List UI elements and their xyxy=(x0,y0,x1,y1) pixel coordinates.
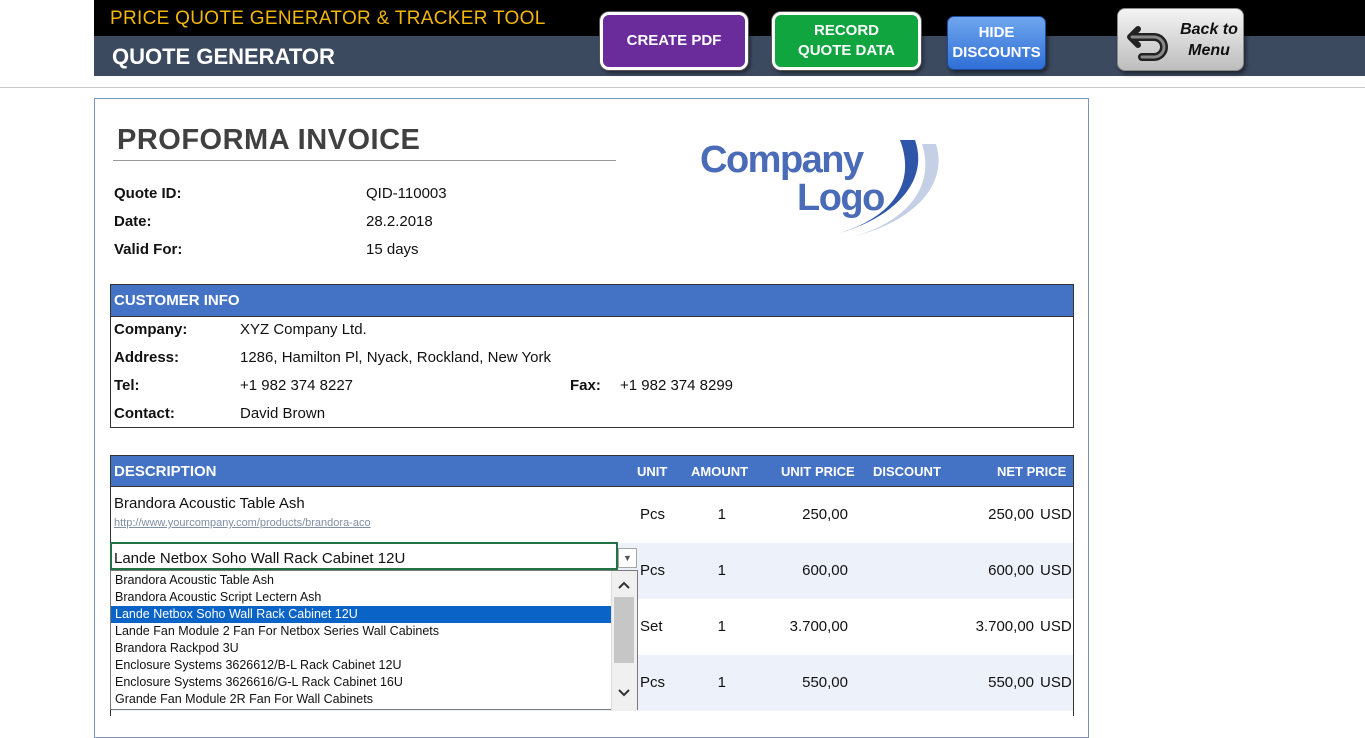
tel-label: Tel: xyxy=(114,377,140,394)
row-1-currency: USD xyxy=(1040,506,1072,523)
hide-discounts-label: HIDE DISCOUNTS xyxy=(952,24,1041,61)
create-pdf-button[interactable]: CREATE PDF xyxy=(600,12,748,70)
invoice-title: PROFORMA INVOICE xyxy=(117,124,421,156)
valid-for-value[interactable]: 15 days xyxy=(366,241,419,258)
address-value[interactable]: 1286, Hamilton Pl, Nyack, Rockland, New … xyxy=(240,349,551,366)
quote-id-value[interactable]: QID-110003 xyxy=(366,185,447,202)
date-label: Date: xyxy=(114,213,152,230)
row-2-amount[interactable]: 1 xyxy=(700,562,726,579)
col-amount: AMOUNT xyxy=(691,464,749,479)
row-1-amount[interactable]: 1 xyxy=(700,506,726,523)
row-4-unit[interactable]: Pcs xyxy=(640,674,665,691)
logo-line-1: Company xyxy=(700,139,864,181)
row-2-description[interactable]: Lande Netbox Soho Wall Rack Cabinet 12U xyxy=(114,550,405,567)
back-to-menu-button[interactable]: Back to Menu xyxy=(1117,8,1244,71)
date-value[interactable]: 28.2.2018 xyxy=(366,213,433,230)
title-underline xyxy=(113,160,616,161)
contact-label: Contact: xyxy=(114,405,175,422)
row-1-net-price: 250,00 xyxy=(988,506,1034,523)
company-label: Company: xyxy=(114,321,188,338)
back-arrow-icon xyxy=(1127,26,1168,61)
col-discount: DISCOUNT xyxy=(873,464,941,479)
dropdown-option[interactable]: Enclosure Systems 3626612/B-L Rack Cabin… xyxy=(111,657,611,674)
contact-value[interactable]: David Brown xyxy=(240,405,325,422)
col-unit: UNIT xyxy=(637,464,668,479)
chevron-down-icon xyxy=(618,689,630,697)
row-3-unit-price[interactable]: 3.700,00 xyxy=(760,618,848,635)
chevron-up-icon xyxy=(618,581,630,589)
dropdown-option[interactable]: Brandora Rackpod 3U xyxy=(111,640,611,657)
row-1-description[interactable]: Brandora Acoustic Table Ash xyxy=(114,495,305,512)
row-2-unit-price[interactable]: 600,00 xyxy=(760,562,848,579)
row-2-unit[interactable]: Pcs xyxy=(640,562,665,579)
logo-line-2: Logo xyxy=(797,177,884,219)
valid-for-label: Valid For: xyxy=(114,241,183,258)
row-2-currency: USD xyxy=(1040,562,1072,579)
hide-discounts-button[interactable]: HIDE DISCOUNTS xyxy=(947,16,1046,70)
fax-label: Fax: xyxy=(570,377,601,394)
record-quote-data-label: RECORD QUOTE DATA xyxy=(798,22,895,59)
fax-value[interactable]: +1 982 374 8299 xyxy=(620,377,733,394)
back-to-menu-label: Back to Menu xyxy=(1180,21,1238,59)
sheet-title: QUOTE GENERATOR xyxy=(112,44,335,69)
customer-info-title: CUSTOMER INFO xyxy=(114,292,240,309)
dropdown-option[interactable]: Enclosure Systems 3626616/G-L Rack Cabin… xyxy=(111,674,611,691)
col-unit-price: UNIT PRICE xyxy=(781,464,855,479)
row-4-net-price: 550,00 xyxy=(988,674,1034,691)
row-1-unit[interactable]: Pcs xyxy=(640,506,665,523)
dropdown-option[interactable]: Lande Fan Module 2 Fan For Netbox Series… xyxy=(111,623,611,640)
col-net-price: NET PRICE xyxy=(997,464,1067,479)
row-3-currency: USD xyxy=(1040,618,1072,635)
dropdown-option-selected[interactable]: Lande Netbox Soho Wall Rack Cabinet 12U xyxy=(111,606,611,623)
dropdown-option[interactable]: Brandora Acoustic Table Ash xyxy=(111,572,611,589)
row-3-net-price: 3.700,00 xyxy=(975,618,1034,635)
dropdown-option[interactable]: Brandora Acoustic Script Lectern Ash xyxy=(111,589,611,606)
chevron-down-icon: ▼ xyxy=(623,553,632,563)
row-2-net-price: 600,00 xyxy=(988,562,1034,579)
row-3-amount[interactable]: 1 xyxy=(700,618,726,635)
row-4-currency: USD xyxy=(1040,674,1072,691)
address-label: Address: xyxy=(114,349,180,366)
scroll-up-button[interactable] xyxy=(614,575,634,595)
dropdown-scrollbar-thumb[interactable] xyxy=(614,597,634,663)
quote-id-label: Quote ID: xyxy=(114,185,182,202)
scroll-down-button[interactable] xyxy=(614,683,634,703)
customer-info-header xyxy=(111,285,1073,317)
record-quote-data-button[interactable]: RECORD QUOTE DATA xyxy=(772,12,921,70)
col-description: DESCRIPTION xyxy=(114,463,217,480)
row-1-unit-price[interactable]: 250,00 xyxy=(760,506,848,523)
row-4-unit-price[interactable]: 550,00 xyxy=(760,674,848,691)
company-value[interactable]: XYZ Company Ltd. xyxy=(240,321,367,338)
company-logo: Company Logo xyxy=(700,139,939,236)
row-3-unit[interactable]: Set xyxy=(640,618,663,635)
row-1-product-link[interactable]: http://www.yourcompany.com/products/bran… xyxy=(114,517,371,529)
row-4-amount[interactable]: 1 xyxy=(700,674,726,691)
header-divider xyxy=(0,87,1365,88)
tel-value[interactable]: +1 982 374 8227 xyxy=(240,377,353,394)
app-title: PRICE QUOTE GENERATOR & TRACKER TOOL xyxy=(110,8,546,29)
dropdown-toggle[interactable]: ▼ xyxy=(618,548,637,568)
